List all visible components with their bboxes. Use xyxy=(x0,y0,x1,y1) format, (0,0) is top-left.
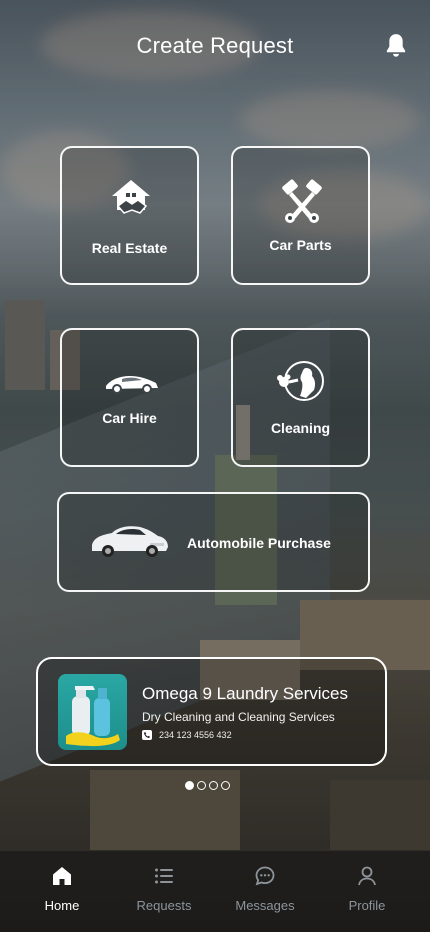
header: Create Request xyxy=(0,0,430,96)
tile-car-hire-label: Car Hire xyxy=(102,410,157,426)
chat-bubble-icon xyxy=(255,866,275,886)
promo-card[interactable]: Omega 9 Laundry Services Dry Cleaning an… xyxy=(36,657,387,766)
nav-messages-label: Messages xyxy=(235,898,295,913)
bottom-navigation: Home Requests Messages Profile xyxy=(0,851,430,932)
tile-car-parts[interactable]: Car Parts xyxy=(231,146,370,285)
bell-icon[interactable] xyxy=(383,32,409,60)
nav-home[interactable]: Home xyxy=(12,851,112,932)
tile-real-estate-label: Real Estate xyxy=(91,240,168,256)
tile-car-hire[interactable]: Car Hire xyxy=(60,328,199,467)
promo-business-name: Omega 9 Laundry Services xyxy=(142,684,348,703)
pistons-icon xyxy=(282,179,322,223)
page-title: Create Request xyxy=(136,33,294,58)
nav-home-label: Home xyxy=(44,898,80,913)
sedan-car-image xyxy=(92,526,168,557)
phone-icon xyxy=(142,730,152,740)
cleaning-products-image xyxy=(58,674,127,750)
tile-real-estate[interactable]: Real Estate xyxy=(60,146,199,285)
nav-profile[interactable]: Profile xyxy=(317,851,417,932)
tile-automobile-purchase-label: Automobile Purchase xyxy=(187,535,331,551)
cleaning-lady-icon xyxy=(277,361,324,401)
nav-messages[interactable]: Messages xyxy=(215,851,315,932)
carousel-dots xyxy=(185,781,230,790)
tile-cleaning[interactable]: Cleaning xyxy=(231,328,370,467)
nav-requests-label: Requests xyxy=(136,898,192,913)
carousel-dot[interactable] xyxy=(197,781,206,790)
promo-phone-row: 234 123 4556 432 xyxy=(142,730,232,740)
list-icon xyxy=(155,868,173,884)
tile-car-parts-label: Car Parts xyxy=(269,237,332,253)
promo-subtitle: Dry Cleaning and Cleaning Services xyxy=(142,710,335,724)
user-icon xyxy=(358,866,376,886)
carousel-dot[interactable] xyxy=(185,781,194,790)
nav-profile-label: Profile xyxy=(348,898,386,913)
home-icon xyxy=(53,867,71,885)
house-handshake-icon xyxy=(112,180,150,214)
tile-automobile-purchase[interactable]: Automobile Purchase xyxy=(57,492,370,592)
promo-phone-number: 234 123 4556 432 xyxy=(159,730,232,740)
background-overlay xyxy=(0,0,430,932)
nav-requests[interactable]: Requests xyxy=(114,851,214,932)
tile-cleaning-label: Cleaning xyxy=(270,420,331,436)
carousel-dot[interactable] xyxy=(209,781,218,790)
carousel-dot[interactable] xyxy=(221,781,230,790)
sports-car-icon xyxy=(106,376,158,394)
